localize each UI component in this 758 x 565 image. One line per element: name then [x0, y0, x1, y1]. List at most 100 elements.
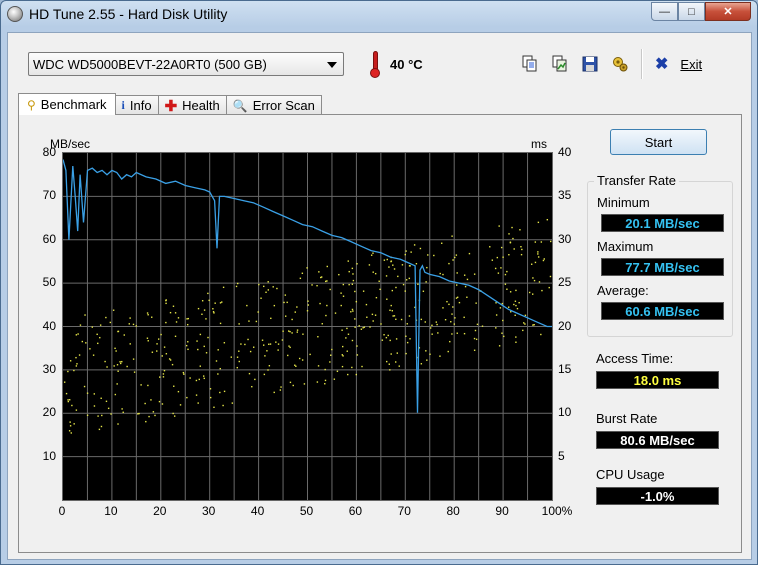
- access-time-point: [406, 323, 408, 325]
- access-time-point: [107, 407, 110, 410]
- access-time-point: [405, 335, 407, 337]
- access-time-point: [424, 321, 426, 323]
- access-time-point: [67, 370, 69, 373]
- close-button[interactable]: ✕: [705, 2, 751, 21]
- tab-error-scan[interactable]: 🔍 Error Scan: [225, 95, 322, 115]
- access-time-point: [295, 365, 297, 367]
- access-time-point: [68, 430, 71, 432]
- access-time-point: [223, 390, 226, 393]
- burst-rate-label: Burst Rate: [596, 411, 658, 426]
- access-time-point: [370, 254, 373, 256]
- access-time-point: [362, 327, 364, 329]
- access-time-point: [104, 360, 106, 363]
- access-time-point: [93, 405, 96, 407]
- access-time-point: [456, 272, 458, 274]
- maximize-button[interactable]: □: [678, 2, 705, 21]
- access-time-point: [372, 271, 374, 273]
- access-time-point: [398, 365, 400, 367]
- exit-icon: ✖: [655, 56, 669, 73]
- access-time-point: [97, 415, 99, 417]
- maximum-label: Maximum: [597, 239, 654, 254]
- access-time-point: [162, 373, 165, 375]
- access-time-point: [509, 291, 512, 293]
- access-time-point: [306, 310, 309, 312]
- right-tick-label: 25: [558, 275, 572, 290]
- access-time-point: [352, 310, 354, 312]
- access-time-point: [93, 393, 96, 395]
- access-time-point: [502, 319, 504, 322]
- start-button[interactable]: Start: [610, 129, 707, 155]
- access-time-point: [351, 283, 354, 285]
- access-time-point: [217, 373, 219, 375]
- access-time-point: [219, 367, 221, 370]
- access-time-point: [296, 306, 298, 308]
- copy-text-icon: [522, 55, 537, 72]
- cpu-usage-label: CPU Usage: [596, 467, 665, 482]
- access-time-point: [506, 270, 508, 273]
- access-time-point: [117, 330, 119, 333]
- options-button[interactable]: [605, 50, 635, 78]
- access-time-point: [514, 314, 516, 317]
- copy-image-button[interactable]: [545, 50, 575, 78]
- drive-dropdown[interactable]: WDC WD5000BEVT-22A0RT0 (500 GB): [28, 52, 344, 76]
- access-time-point: [386, 360, 388, 363]
- access-time-point: [534, 261, 537, 264]
- access-time-point: [449, 340, 451, 343]
- caption-buttons: — □ ✕: [651, 2, 751, 21]
- tab-health[interactable]: ✚ Health: [157, 95, 227, 115]
- access-time-point: [333, 378, 336, 380]
- access-time-point: [165, 321, 167, 324]
- tab-info[interactable]: i Info: [114, 95, 159, 115]
- access-time-point: [258, 283, 260, 286]
- access-time-point: [365, 303, 368, 306]
- access-time-point: [287, 330, 290, 332]
- maximum-value: 77.7 MB/sec: [601, 258, 724, 276]
- right-tick-label: 20: [558, 318, 572, 333]
- access-time-point: [425, 281, 427, 283]
- access-time-point: [237, 282, 239, 285]
- tab-benchmark[interactable]: ⚲ Benchmark: [18, 93, 116, 115]
- access-time-point: [138, 412, 140, 415]
- access-time-point: [372, 320, 374, 322]
- access-time-point: [177, 390, 180, 393]
- save-button[interactable]: [575, 50, 605, 78]
- x-tick-label: 70: [397, 504, 411, 518]
- x-tick-label: 50: [299, 504, 314, 518]
- access-time-point: [342, 355, 344, 357]
- transfer-rate-group: Transfer Rate Minimum 20.1 MB/sec Maximu…: [587, 173, 733, 337]
- access-time-point: [463, 274, 466, 276]
- dropdown-arrow-icon[interactable]: [327, 62, 337, 68]
- main-window: HD Tune 2.55 - Hard Disk Utility — □ ✕ W…: [0, 0, 758, 565]
- minimize-button[interactable]: —: [651, 2, 678, 21]
- access-time-point: [501, 302, 504, 305]
- access-time-point: [236, 356, 239, 358]
- access-time-point: [163, 346, 166, 348]
- access-time-point: [105, 400, 108, 403]
- access-time-point: [160, 333, 162, 336]
- access-time-point: [198, 378, 200, 381]
- access-time-point: [548, 286, 550, 289]
- access-time-point: [362, 290, 365, 292]
- access-time-point: [126, 365, 128, 368]
- exit-button[interactable]: ✖ Exit: [649, 50, 708, 78]
- access-time-point: [267, 289, 270, 291]
- access-time-point: [431, 324, 433, 327]
- toolbar-separator: [641, 49, 643, 79]
- access-time-point: [70, 432, 72, 434]
- access-time-point: [100, 425, 103, 428]
- access-time-point: [442, 273, 444, 276]
- title-bar[interactable]: HD Tune 2.55 - Hard Disk Utility — □ ✕: [1, 1, 757, 27]
- access-time-point: [352, 279, 355, 282]
- access-time-point: [101, 414, 103, 417]
- access-time-point: [291, 332, 293, 334]
- access-time-point: [452, 259, 454, 261]
- left-tick-label: 70: [42, 188, 56, 203]
- access-time-point: [247, 338, 249, 341]
- access-time-point: [425, 350, 427, 352]
- access-time-point: [152, 411, 155, 413]
- access-time-point: [420, 318, 423, 321]
- copy-text-button[interactable]: [515, 50, 545, 78]
- access-time-point: [151, 316, 153, 318]
- access-time-point: [401, 264, 404, 266]
- access-time-point: [219, 322, 222, 325]
